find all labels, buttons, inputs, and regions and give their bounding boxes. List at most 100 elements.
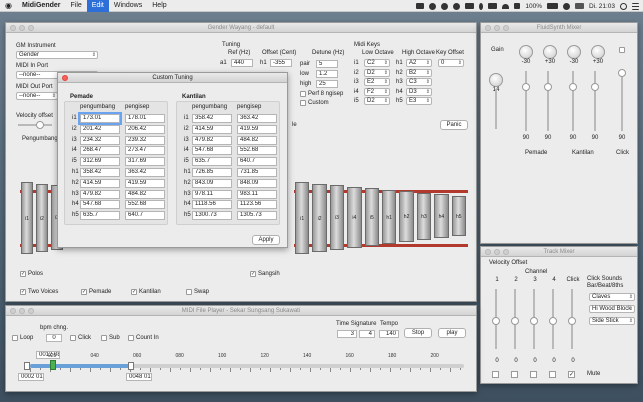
pemade-pengisep-h5[interactable]: 640.7 [125, 211, 165, 221]
detune-high-field[interactable]: 25 [316, 80, 338, 88]
tm-minimize-button[interactable] [494, 249, 500, 255]
apply-button[interactable]: Apply [252, 235, 280, 245]
low-key-select-i4[interactable]: F2 [364, 87, 390, 96]
pemade-pengumbang-i5[interactable]: 312.69 [80, 157, 120, 167]
key-offset-stepper[interactable]: 0 [438, 59, 464, 67]
kantilan-checkbox[interactable]: ✓ Kantilan [131, 289, 161, 295]
loop-checkbox[interactable]: Loop [12, 335, 33, 341]
kantilan-pengumbang-i5[interactable]: 635.7 [192, 157, 232, 167]
pemade-pengumbang-h4[interactable]: 547.68 [80, 200, 120, 210]
pemade-pengumbang-i1[interactable]: 173.01 [78, 112, 122, 125]
tm-fader-5[interactable] [568, 317, 576, 325]
fs-fader-5[interactable] [618, 69, 626, 77]
kantilan-pengumbang-i4[interactable]: 547.68 [192, 146, 232, 156]
gain-knob[interactable] [489, 73, 503, 87]
fs-zoom-button[interactable] [503, 25, 509, 31]
player-minimize-button[interactable] [19, 308, 25, 314]
kantilan-pengisep-h4[interactable]: 1123.56 [237, 200, 277, 210]
kantilan-pengisep-h5[interactable]: 1305.73 [237, 211, 277, 221]
list-icon[interactable] [632, 2, 639, 10]
bluetooth-icon[interactable] [479, 2, 484, 10]
low-key-select-i3[interactable]: E2 [364, 78, 390, 86]
pemade-pengumbang-i4[interactable]: 268.47 [80, 146, 120, 156]
high-key-select-h4[interactable]: D3 [406, 87, 432, 96]
zoom-button[interactable] [28, 25, 34, 31]
pemade-pengumbang-i3[interactable]: 234.32 [80, 135, 120, 145]
click-sound-bar-select[interactable]: Claves [589, 293, 635, 301]
tm-fader-1[interactable] [492, 317, 500, 325]
fs-fader-4[interactable] [591, 83, 599, 91]
dropbox-icon[interactable] [416, 3, 425, 9]
fs-fader-1[interactable] [522, 83, 530, 91]
pemade-pengisep-i2[interactable]: 206.42 [125, 124, 165, 134]
tm-fader-3[interactable] [530, 317, 538, 325]
app-menu[interactable]: MidiGender [17, 0, 66, 12]
menu-windows[interactable]: Windows [109, 0, 147, 12]
sync-icon[interactable] [429, 2, 437, 10]
pemade-checkbox[interactable]: ✓ Pemade [81, 289, 111, 295]
kantilan-pengisep-i1[interactable]: 363.42 [237, 114, 277, 123]
menu-file[interactable]: File [66, 0, 87, 12]
tm-mute-1[interactable] [492, 371, 499, 378]
player-close-button[interactable] [10, 308, 16, 314]
pemade-pengisep-i4[interactable]: 273.47 [125, 146, 165, 156]
kantilan-pengisep-i5[interactable]: 640.7 [237, 157, 277, 167]
time-sig-numerator[interactable]: 3 [337, 330, 357, 338]
offset-cent-field[interactable]: -355 [270, 59, 292, 67]
velocity-offset-slider[interactable] [36, 121, 44, 129]
loop-start-handle[interactable] [50, 360, 56, 370]
pemade-pengumbang-h1[interactable]: 358.42 [80, 168, 120, 177]
volume-icon[interactable] [514, 3, 521, 9]
pemade-pengisep-h3[interactable]: 484.82 [125, 189, 165, 199]
midi-out-select[interactable]: --none-- [16, 92, 58, 100]
xyl-key-h3[interactable]: h3 [416, 192, 432, 240]
wifi-icon[interactable] [502, 3, 510, 9]
kantilan-pengumbang-i3[interactable]: 479.82 [192, 135, 232, 145]
position-end-handle[interactable] [128, 362, 134, 370]
xyl-key-i4[interactable]: i4 [347, 186, 362, 248]
sub-checkbox[interactable]: Sub [101, 335, 120, 341]
high-key-select-h5[interactable]: E3 [406, 97, 432, 105]
xyl-key-h4[interactable]: h4 [434, 194, 449, 238]
pemade-pengisep-h2[interactable]: 419.59 [125, 178, 165, 188]
pemade-pengisep-i5[interactable]: 317.69 [125, 157, 165, 167]
pan-knob-1[interactable] [519, 45, 533, 59]
tm-mute-5[interactable]: ✓ [568, 371, 575, 378]
pemade-pengumbang-i2[interactable]: 201.42 [80, 124, 120, 134]
dialog-close-button[interactable] [62, 75, 68, 81]
timeline[interactable]: 020 040 060 080 100 120 140 160 180 200 [20, 353, 466, 376]
pemade-pengisep-i3[interactable]: 239.32 [125, 135, 165, 145]
xyl-key-h5[interactable]: h5 [451, 195, 466, 236]
pemade-pengisep-h1[interactable]: 363.42 [125, 168, 165, 177]
sangsih-checkbox[interactable]: ✓ Sangsih [250, 271, 280, 277]
kantilan-xylophone[interactable]: i1 i2 i3 i4 i5 h1 h2 h3 h4 h5 [294, 168, 468, 273]
two-voices-checkbox[interactable]: ✓ Two Voices [20, 289, 58, 295]
xyl-key-i2[interactable]: i2 [312, 183, 327, 252]
swap-checkbox[interactable]: Swap [186, 289, 209, 295]
tm-fader-2[interactable] [511, 317, 519, 325]
kantilan-pengumbang-h3[interactable]: 978.11 [192, 189, 232, 199]
kantilan-pengisep-h1[interactable]: 731.85 [237, 168, 277, 177]
high-key-select-h2[interactable]: B2 [406, 68, 432, 77]
tempo-field[interactable]: 140 [379, 330, 399, 338]
tm-zoom-button[interactable] [503, 249, 509, 255]
perf-ngisep-checkbox[interactable]: Perf 8 ngisep [300, 91, 343, 97]
panic-button[interactable]: Panic [440, 120, 468, 130]
user-icon[interactable] [562, 2, 570, 10]
xyl-key-i2[interactable]: i2 [36, 183, 48, 252]
close-button[interactable] [10, 25, 16, 31]
kantilan-pengumbang-h5[interactable]: 1300.73 [192, 211, 232, 221]
bpm-change-field[interactable]: 0 [46, 334, 62, 342]
stop-button[interactable]: Stop [404, 328, 432, 338]
pemade-pengumbang-h3[interactable]: 479.82 [80, 189, 120, 199]
kantilan-pengisep-i4[interactable]: 552.68 [237, 146, 277, 156]
pan-knob-4[interactable] [591, 45, 605, 59]
apple-menu[interactable]: ◉ [0, 0, 17, 12]
detune-pair-field[interactable]: 5 [316, 60, 338, 68]
high-key-select-h3[interactable]: C3 [406, 78, 432, 86]
play-button[interactable]: play [438, 328, 466, 338]
position-start-handle[interactable] [24, 362, 30, 370]
low-key-select-i1[interactable]: C2 [364, 59, 390, 67]
display-icon[interactable] [465, 3, 475, 9]
player-zoom-button[interactable] [28, 308, 34, 314]
